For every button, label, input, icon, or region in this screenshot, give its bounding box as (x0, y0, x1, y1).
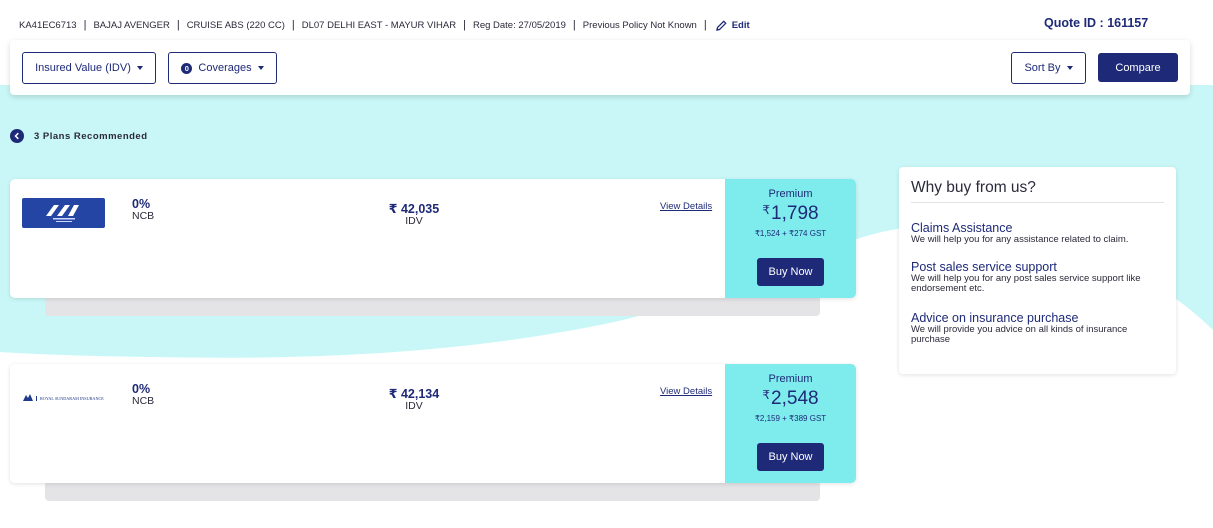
idv-label: IDV (405, 215, 423, 227)
coverages-dropdown-label: Coverages (198, 62, 252, 74)
vehicle-info-bar: KA41EC6713 | BAJAJ AVENGER | CRUISE ABS … (19, 19, 750, 31)
compare-button[interactable]: Compare (1098, 53, 1178, 82)
filter-bar: Insured Value (IDV) 0 Coverages Sort By … (10, 40, 1190, 95)
ncb-value: 0% (132, 197, 151, 211)
vehicle-make: BAJAJ AVENGER (93, 19, 170, 31)
vehicle-rto: DL07 DELHI EAST - MAYUR VIHAR (301, 19, 457, 31)
why-buy-card: Why buy from us? Claims Assistance We wi… (899, 167, 1176, 374)
plans-recommended: 3 Plans Recommended (10, 129, 148, 143)
buy-now-button[interactable]: Buy Now (757, 443, 824, 471)
card-stack-shadow (45, 481, 820, 501)
insurer-logo: ROYAL SUNDARAM INSURANCE (22, 383, 105, 413)
why-item-description: We will help you for any assistance rela… (911, 234, 1129, 245)
why-item-heading: Post sales service support (911, 260, 1057, 274)
ncb-value: 0% (132, 382, 151, 396)
quote-id: Quote ID : 161157 (1044, 16, 1149, 30)
premium-panel: Premium ₹2,548 ₹2,159 + ₹389 GST Buy Now (725, 364, 856, 483)
idv-value: ₹ 42,035 (388, 202, 440, 216)
rupee-symbol: ₹ (762, 203, 771, 217)
premium-value: ₹1,798 (725, 203, 856, 225)
why-item-advice: Advice on insurance purchase We will pro… (911, 311, 1166, 345)
vehicle-variant: CRUISE ABS (220 CC) (186, 19, 285, 31)
caret-down-icon (136, 66, 143, 70)
plan-card: ROYAL SUNDARAM INSURANCE 0% NCB ₹ 42,134… (10, 364, 856, 483)
idv-value: ₹ 42,134 (388, 387, 440, 401)
caret-down-icon (257, 66, 264, 70)
united-india-logo-icon (45, 205, 79, 222)
previous-policy-status: Previous Policy Not Known (582, 19, 697, 31)
rupee-symbol: ₹ (762, 388, 771, 402)
premium-panel: Premium ₹1,798 ₹1,524 + ₹274 GST Buy Now (725, 179, 856, 298)
edit-label: Edit (731, 19, 750, 31)
divider (911, 202, 1164, 203)
premium-amount: 1,798 (771, 203, 819, 224)
premium-label: Premium (768, 188, 813, 200)
why-item-description: We will help you for any post sales serv… (911, 273, 1141, 294)
why-buy-title: Why buy from us? (911, 179, 1036, 196)
why-item-description: We will provide you advice on all kinds … (911, 324, 1128, 345)
card-stack-shadow (45, 296, 820, 316)
coverages-count-badge: 0 (181, 62, 193, 74)
why-item-heading: Claims Assistance (911, 221, 1013, 235)
premium-label: Premium (768, 373, 813, 385)
insurer-logo (22, 198, 105, 228)
why-item-post-sales: Post sales service support We will help … (911, 260, 1166, 294)
vehicle-reg-number: KA41EC6713 (19, 19, 77, 31)
buy-now-button[interactable]: Buy Now (757, 258, 824, 286)
sort-by-label: Sort By (1024, 62, 1061, 74)
coverages-dropdown[interactable]: 0 Coverages (168, 52, 277, 84)
royal-sundaram-logo-text: ROYAL SUNDARAM INSURANCE (36, 395, 104, 401)
view-details-link[interactable]: View Details (660, 386, 712, 397)
why-item-heading: Advice on insurance purchase (911, 311, 1079, 325)
view-details-link[interactable]: View Details (660, 201, 712, 212)
ncb-label: NCB (132, 210, 155, 222)
why-item-claims: Claims Assistance We will help you for a… (911, 221, 1166, 245)
plan-card: 0% NCB ₹ 42,035 IDV View Details Premium… (10, 179, 856, 298)
premium-value: ₹2,548 (725, 388, 856, 410)
idv-dropdown-label: Insured Value (IDV) (35, 62, 131, 74)
chevron-left-icon (14, 132, 19, 140)
plans-recommended-label: 3 Plans Recommended (34, 130, 148, 142)
edit-button[interactable]: Edit (715, 19, 750, 31)
pencil-icon (715, 19, 727, 31)
back-button[interactable] (10, 129, 24, 143)
royal-sundaram-logo-icon (23, 394, 33, 401)
idv-label: IDV (405, 400, 423, 412)
vehicle-reg-date: Reg Date: 27/05/2019 (472, 19, 566, 31)
caret-down-icon (1066, 66, 1073, 70)
idv-dropdown[interactable]: Insured Value (IDV) (22, 52, 156, 84)
premium-breakup: ₹1,524 + ₹274 GST (754, 229, 827, 238)
premium-breakup: ₹2,159 + ₹389 GST (754, 414, 827, 423)
ncb-label: NCB (132, 395, 155, 407)
sort-by-dropdown[interactable]: Sort By (1011, 52, 1086, 84)
premium-amount: 2,548 (771, 388, 819, 409)
